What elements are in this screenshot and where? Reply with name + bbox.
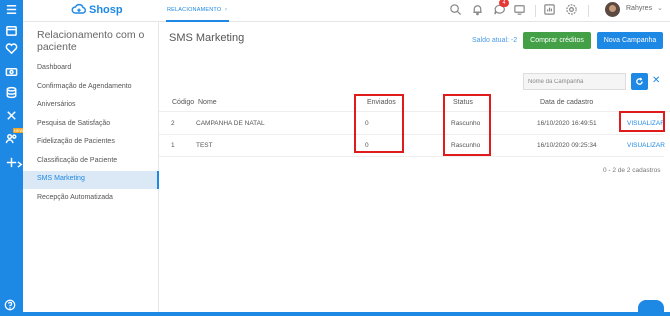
sidebar-item-confirmacao-agendamento[interactable]: Confirmação de Agendamento xyxy=(23,79,159,97)
sidebar-item-pesquisa-satisfacao[interactable]: Pesquisa de Satisfação xyxy=(23,116,159,134)
icon-rail: NEW xyxy=(0,0,25,316)
page-title: SMS Marketing xyxy=(169,32,245,44)
col-data-cadastro[interactable]: Data de cadastro xyxy=(540,99,593,106)
refresh-button[interactable] xyxy=(631,73,648,90)
sidebar-item-dashboard[interactable]: Dashboard xyxy=(23,60,159,78)
sidebar: Relacionamento com o paciente Dashboard … xyxy=(23,22,159,316)
cell-data: 16/10/2020 16:49:51 xyxy=(537,120,597,127)
cell-nome: TEST xyxy=(196,142,213,149)
expand-arrow-icon[interactable] xyxy=(16,157,23,172)
bottom-bar xyxy=(0,312,670,316)
sidebar-item-classificacao-paciente[interactable]: Classificação de Paciente xyxy=(23,153,159,171)
logo-text: Shosp xyxy=(89,3,123,16)
sidebar-item-sms-marketing[interactable]: SMS Marketing xyxy=(23,171,159,189)
notification-badge: 4 xyxy=(499,0,509,7)
menu-icon[interactable] xyxy=(4,2,19,17)
table-header: Código Nome Enviados Status Data de cada… xyxy=(159,96,670,112)
tools-icon[interactable] xyxy=(4,108,19,123)
refresh-icon xyxy=(636,77,643,85)
pagination-info: 0 - 2 de 2 cadastros xyxy=(603,167,661,174)
col-codigo[interactable]: Código xyxy=(172,99,194,106)
campaign-search-input[interactable] xyxy=(523,73,626,90)
report-icon[interactable] xyxy=(543,3,556,16)
highlight-enviados xyxy=(354,94,404,153)
logo-icon xyxy=(71,3,86,14)
avatar[interactable] xyxy=(605,2,620,17)
new-campaign-button[interactable]: Nova Campanha xyxy=(597,32,663,49)
cell-codigo: 2 xyxy=(171,120,175,127)
monitor-icon[interactable] xyxy=(513,3,526,16)
balance-link[interactable]: Saldo atual: -2 xyxy=(472,37,517,44)
table-row: 2 CAMPANHA DE NATAL 0 Rascunho 16/10/202… xyxy=(159,113,665,135)
table-row: 1 TEST 0 Rascunho 16/10/2020 09:25:34 VI… xyxy=(159,135,665,157)
cell-codigo: 1 xyxy=(171,142,175,149)
toolbar-divider xyxy=(588,5,589,17)
users-icon[interactable] xyxy=(4,131,19,146)
buy-credits-button[interactable]: Comprar créditos xyxy=(523,32,591,49)
clear-search-icon[interactable]: ✕ xyxy=(652,74,660,88)
sidebar-item-recepcao-automatizada[interactable]: Recepção Automatizada xyxy=(23,190,159,208)
tab-label: RELACIONAMENTO xyxy=(167,7,222,13)
heart-icon[interactable] xyxy=(4,41,19,56)
highlight-status xyxy=(443,94,491,156)
sidebar-item-fidelizacao-pacientes[interactable]: Fidelização de Pacientes xyxy=(23,134,159,152)
main-content: SMS Marketing Saldo atual: -2 Comprar cr… xyxy=(159,22,670,316)
col-nome[interactable]: Nome xyxy=(198,99,217,106)
help-icon[interactable] xyxy=(4,298,18,312)
gear-icon[interactable] xyxy=(565,3,578,16)
view-link[interactable]: VISUALIZAR xyxy=(627,142,665,149)
tab-relacionamento[interactable]: RELACIONAMENTO × xyxy=(166,0,229,22)
sidebar-title: Relacionamento com o paciente xyxy=(37,29,145,53)
cell-nome: CAMPANHA DE NATAL xyxy=(196,120,265,127)
cell-data: 16/10/2020 09:25:34 xyxy=(537,142,597,149)
money-icon[interactable] xyxy=(4,64,19,79)
toolbar-divider xyxy=(535,5,536,17)
top-bar: Shosp RELACIONAMENTO × 4 Rahyres ⌄ xyxy=(23,0,670,22)
chat-widget-button[interactable] xyxy=(638,300,664,316)
bell-icon[interactable] xyxy=(471,3,484,16)
calendar-icon[interactable] xyxy=(4,23,19,38)
database-icon[interactable] xyxy=(4,85,19,100)
chevron-down-icon[interactable]: ⌄ xyxy=(657,4,663,12)
highlight-visualizar xyxy=(619,111,665,132)
logo[interactable]: Shosp xyxy=(71,3,123,16)
close-tab-icon[interactable]: × xyxy=(224,7,227,13)
sidebar-item-aniversarios[interactable]: Aniversários xyxy=(23,97,159,115)
search-icon[interactable] xyxy=(449,3,462,16)
username[interactable]: Rahyres xyxy=(626,5,652,12)
